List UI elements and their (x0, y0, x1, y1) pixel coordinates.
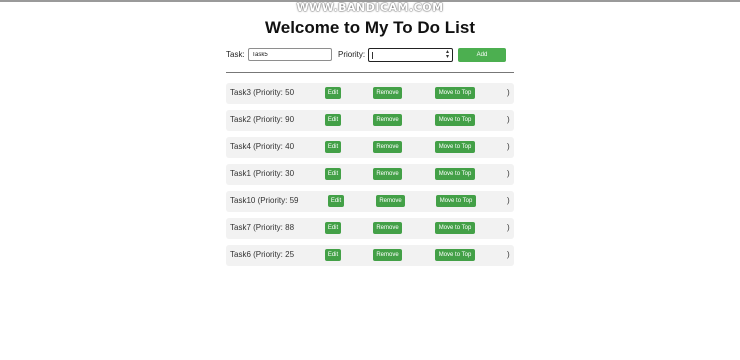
remove-button[interactable]: Remove (373, 114, 402, 126)
edit-button[interactable]: Edit (325, 114, 341, 126)
remove-button[interactable]: Remove (373, 141, 402, 153)
move-to-top-button[interactable]: Move to Top (435, 222, 475, 234)
priority-input[interactable]: ▴ ▾ (368, 48, 453, 62)
text-cursor (372, 52, 373, 59)
task-input[interactable] (248, 48, 332, 61)
add-task-form: Task: Priority: ▴▾ Add (226, 48, 516, 63)
edit-button[interactable]: Edit (325, 141, 341, 153)
task-list: Task3 (Priority: 50 Edit Remove Move to … (226, 83, 514, 272)
task-row: Task10 (Priority: 59 Edit Remove Move to… (226, 191, 514, 212)
task-text: Task2 (Priority: 90 (230, 115, 295, 124)
remove-button[interactable]: Remove (373, 168, 402, 180)
move-to-top-button[interactable]: Move to Top (435, 249, 475, 261)
row-end-text: ) (507, 196, 510, 205)
task-text: Task6 (Priority: 25 (230, 250, 295, 259)
task-text: Task1 (Priority: 30 (230, 169, 295, 178)
task-text: Task3 (Priority: 50 (230, 88, 295, 97)
task-label: Task: (226, 50, 245, 59)
task-text: Task10 (Priority: 59 (230, 196, 299, 205)
row-end-text: ) (507, 88, 510, 97)
task-row: Task6 (Priority: 25 Edit Remove Move to … (226, 245, 514, 266)
remove-button[interactable]: Remove (373, 222, 402, 234)
move-to-top-button[interactable]: Move to Top (435, 168, 475, 180)
bandicam-watermark: WWW.BANDICAM.COM (296, 1, 444, 14)
row-end-text: ) (507, 142, 510, 151)
move-to-top-button[interactable]: Move to Top (436, 195, 476, 207)
task-text: Task7 (Priority: 88 (230, 223, 295, 232)
move-to-top-button[interactable]: Move to Top (435, 87, 475, 99)
row-end-text: ) (507, 115, 510, 124)
task-row: Task2 (Priority: 90 Edit Remove Move to … (226, 110, 514, 131)
edit-button[interactable]: Edit (325, 168, 341, 180)
page-title: Welcome to My To Do List (265, 18, 475, 37)
task-row: Task4 (Priority: 40 Edit Remove Move to … (226, 137, 514, 158)
remove-button[interactable]: Remove (373, 87, 402, 99)
task-text: Task4 (Priority: 40 (230, 142, 295, 151)
move-to-top-button[interactable]: Move to Top (435, 141, 475, 153)
edit-button[interactable]: Edit (325, 87, 341, 99)
remove-button[interactable]: Remove (376, 195, 405, 207)
remove-button[interactable]: Remove (373, 249, 402, 261)
divider (226, 72, 514, 73)
task-row: Task1 (Priority: 30 Edit Remove Move to … (226, 164, 514, 185)
row-end-text: ) (507, 250, 510, 259)
row-end-text: ) (507, 223, 510, 232)
priority-label: Priority: (338, 50, 366, 59)
task-row: Task7 (Priority: 88 Edit Remove Move to … (226, 218, 514, 239)
spinner-arrows-icon[interactable]: ▴ ▾ (446, 49, 449, 60)
add-button[interactable]: Add (458, 48, 506, 62)
row-end-text: ) (507, 169, 510, 178)
task-row: Task3 (Priority: 50 Edit Remove Move to … (226, 83, 514, 104)
move-to-top-button[interactable]: Move to Top (435, 114, 475, 126)
todo-page: WWW.BANDICAM.COM Welcome to My To Do Lis… (0, 0, 740, 360)
edit-button[interactable]: Edit (325, 222, 341, 234)
edit-button[interactable]: Edit (328, 195, 344, 207)
edit-button[interactable]: Edit (325, 249, 341, 261)
